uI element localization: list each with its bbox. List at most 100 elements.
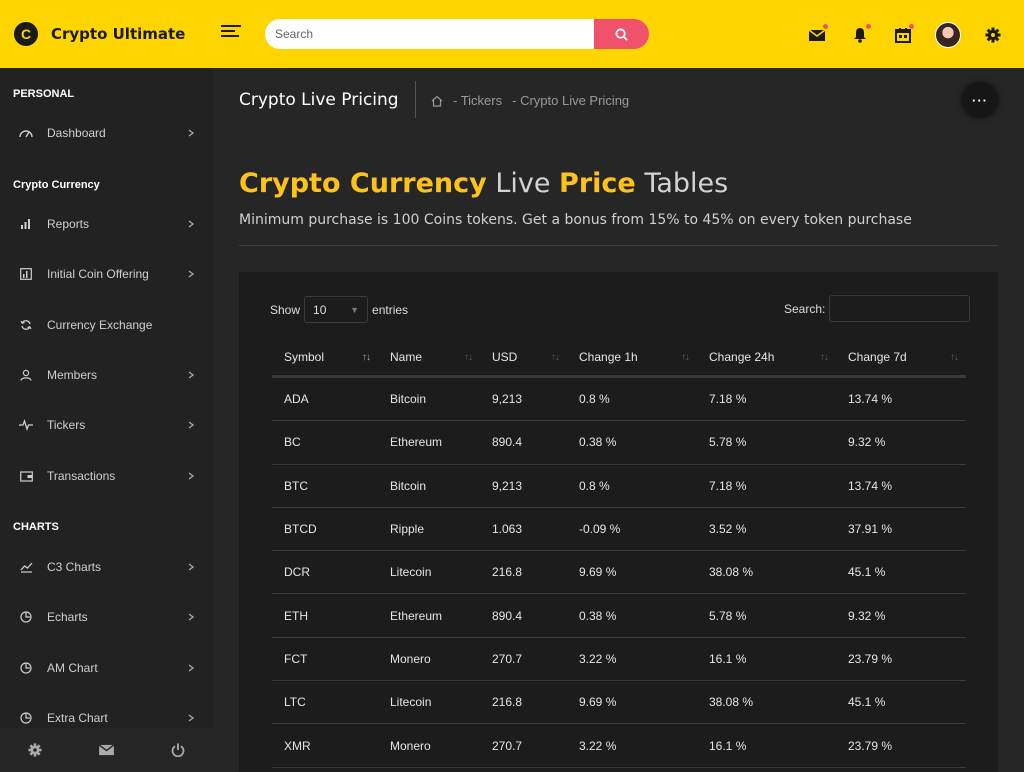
sidebar-item-transactions[interactable]: Transactions	[0, 461, 213, 491]
divider	[415, 81, 416, 118]
power-icon[interactable]	[171, 743, 185, 757]
cell-name: Bitcoin	[378, 378, 480, 422]
search-input[interactable]	[265, 19, 594, 49]
column-header-label: Change 7d	[848, 349, 907, 364]
sidebar-item-echarts[interactable]: Echarts	[0, 602, 213, 632]
cell-change-7d: 45.1 %	[836, 681, 966, 725]
cell-name: Litecoin	[378, 551, 480, 595]
cell-name: Ethereum	[378, 594, 480, 638]
entries-label: entries	[372, 302, 409, 317]
table-search-input[interactable]	[829, 295, 971, 322]
show-label: Show	[270, 302, 301, 317]
main-content: Crypto Live Pricing - Tickers - Crypto L…	[213, 68, 1024, 772]
cell-name: Ripple	[378, 508, 480, 552]
column-header-change-24h[interactable]: Change 24h ↑↓	[697, 338, 836, 378]
ico-chart-icon	[19, 267, 33, 281]
hero-heading-part: Live	[486, 168, 560, 199]
column-header-label: Name	[390, 349, 423, 364]
hero-heading-part: Price	[559, 168, 636, 199]
sort-icon: ↑↓	[362, 352, 371, 363]
sidebar-item-c3-charts[interactable]: C3 Charts	[0, 552, 213, 582]
top-header: C Crypto Ultimate	[0, 0, 1024, 68]
mail-icon[interactable]	[98, 744, 114, 756]
hero-heading-part: Tables	[635, 168, 729, 199]
sort-icon: ↑↓	[551, 352, 560, 363]
settings-icon[interactable]	[28, 743, 42, 757]
gear-icon[interactable]	[982, 24, 1004, 46]
chevron-right-icon	[188, 371, 195, 379]
column-header-change-7d[interactable]: Change 7d ↑↓	[836, 338, 966, 378]
cell-symbol: DCR	[272, 551, 378, 595]
sidebar-item-dashboard[interactable]: Dashboard	[0, 118, 213, 148]
cell-change-7d: 9.32 %	[836, 594, 966, 638]
chevron-right-icon	[188, 563, 195, 571]
table-row[interactable]: DCR Litecoin 216.8 9.69 % 38.08 % 45.1 %	[272, 551, 966, 595]
chevron-right-icon	[188, 421, 195, 429]
sidebar-item-label: AM Chart	[47, 661, 98, 675]
sidebar-item-currency-exchange[interactable]: Currency Exchange	[0, 310, 213, 340]
cell-symbol: BTCD	[272, 508, 378, 552]
table-row[interactable]: FCT Monero 270.7 3.22 % 16.1 % 23.79 %	[272, 638, 966, 682]
header-actions	[785, 22, 1004, 48]
cell-symbol: LTC	[272, 681, 378, 725]
price-table-card: Show 10 ▼ entries Search: Symbol ↑↓ Name ↑…	[239, 272, 998, 772]
cell-change-7d: 23.79 %	[836, 724, 966, 768]
table-row[interactable]: ETH Ethereum 890.4 0.38 % 5.78 % 9.32 %	[272, 594, 966, 638]
entries-value: 10	[313, 302, 327, 317]
mail-icon[interactable]	[806, 24, 828, 46]
cell-change-1h: 3.22 %	[567, 724, 697, 768]
brand[interactable]: C Crypto Ultimate	[0, 0, 213, 68]
breadcrumb-item[interactable]: - Tickers	[453, 93, 502, 108]
chevron-right-icon	[188, 664, 195, 672]
sidebar-item-tickers[interactable]: Tickers	[0, 410, 213, 440]
chevron-right-icon	[188, 129, 195, 137]
table-row[interactable]: BC Ethereum 890.4 0.38 % 5.78 % 9.32 %	[272, 421, 966, 465]
table-search-label: Search:	[784, 301, 826, 316]
refresh-icon	[19, 318, 33, 332]
hero-subtitle: Minimum purchase is 100 Coins tokens. Ge…	[239, 212, 912, 228]
cell-symbol: FCT	[272, 638, 378, 682]
speedometer-icon	[19, 126, 33, 140]
cell-change-1h: 0.8 %	[567, 378, 697, 422]
table-row[interactable]: XMR Monero 270.7 3.22 % 16.1 % 23.79 %	[272, 724, 966, 768]
column-header-name[interactable]: Name ↑↓	[378, 338, 480, 378]
calendar-icon[interactable]	[892, 24, 914, 46]
cell-name: Litecoin	[378, 681, 480, 725]
cell-change-1h: 9.69 %	[567, 681, 697, 725]
hero-heading-part: Crypto Currency	[239, 168, 487, 199]
divider	[239, 245, 998, 246]
table-row[interactable]: BTCD Ripple 1.063 -0.09 % 3.52 % 37.91 %	[272, 508, 966, 552]
sidebar-item-ico[interactable]: Initial Coin Offering	[0, 259, 213, 289]
sidebar-footer	[0, 728, 213, 772]
table-row[interactable]: ADA Bitcoin 9,213 0.8 % 7.18 % 13.74 %	[272, 378, 966, 422]
sidebar-item-reports[interactable]: Reports	[0, 209, 213, 239]
more-options-button[interactable]: ···	[962, 82, 998, 118]
sort-icon: ↑↓	[681, 352, 690, 363]
user-avatar[interactable]	[935, 22, 961, 48]
sidebar-item-members[interactable]: Members	[0, 360, 213, 390]
bell-badge	[866, 24, 871, 29]
chevron-down-icon: ▼	[350, 304, 360, 315]
mail-badge	[823, 24, 828, 29]
column-header-usd[interactable]: USD ↑↓	[480, 338, 567, 378]
sidebar-item-am-chart[interactable]: AM Chart	[0, 653, 213, 683]
chevron-right-icon	[188, 613, 195, 621]
bell-icon[interactable]	[849, 24, 871, 46]
cell-usd: 890.4	[480, 421, 567, 465]
price-table: Symbol ↑↓ Name ↑↓ USD ↑↓ Change 1h ↑↓ Change…	[272, 338, 966, 768]
column-header-symbol[interactable]: Symbol ↑↓	[272, 338, 378, 378]
sidebar-item-label: Reports	[47, 217, 90, 231]
cell-change-1h: 0.38 %	[567, 421, 697, 465]
entries-select[interactable]: 10 ▼	[304, 296, 369, 323]
menu-toggle-icon[interactable]	[221, 25, 241, 41]
table-search: Search:	[784, 295, 971, 322]
breadcrumb-item: - Crypto Live Pricing	[512, 93, 630, 108]
search-button[interactable]	[594, 19, 649, 49]
table-row[interactable]: LTC Litecoin 216.8 9.69 % 38.08 % 45.1 %	[272, 681, 966, 725]
column-header-change-1h[interactable]: Change 1h ↑↓	[567, 338, 697, 378]
home-icon[interactable]	[431, 95, 443, 107]
entries-control: Show 10 ▼ entries	[270, 296, 408, 323]
cell-name: Bitcoin	[378, 465, 480, 508]
sidebar-item-label: Members	[47, 368, 98, 382]
table-row[interactable]: BTC Bitcoin 9,213 0.8 % 7.18 % 13.74 %	[272, 465, 966, 508]
